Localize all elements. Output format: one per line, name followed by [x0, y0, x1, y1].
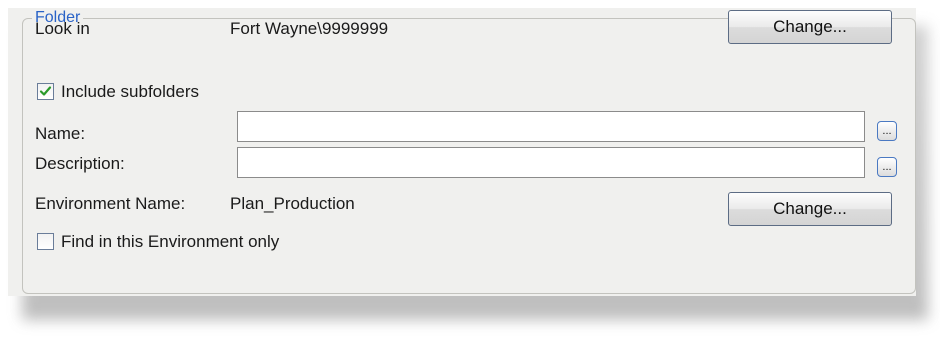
change-environment-button-label: Change...	[773, 199, 847, 218]
include-subfolders-checkbox[interactable]	[37, 83, 54, 100]
look-in-label: Look in	[35, 19, 90, 38]
name-label: Name:	[35, 124, 86, 143]
checkmark-icon	[39, 86, 52, 96]
include-subfolders-label[interactable]: Include subfolders	[61, 82, 199, 102]
change-folder-button-label: Change...	[773, 17, 847, 36]
environment-name-value: Plan_Production	[230, 194, 355, 213]
description-label: Description:	[35, 154, 125, 173]
find-in-environment-checkbox[interactable]	[37, 233, 54, 250]
description-input[interactable]	[237, 147, 865, 178]
description-browse-button[interactable]: ...	[877, 157, 897, 177]
look-in-value: Fort Wayne\9999999	[230, 19, 389, 38]
search-panel: Folder Look in Fort Wayne\9999999 Change…	[8, 8, 916, 296]
find-in-environment-label[interactable]: Find in this Environment only	[61, 232, 279, 252]
change-environment-button[interactable]: Change...	[728, 192, 892, 226]
change-folder-button[interactable]: Change...	[728, 10, 892, 44]
name-browse-button[interactable]: ...	[877, 121, 897, 141]
name-input[interactable]	[237, 111, 865, 142]
environment-name-label: Environment Name:	[35, 194, 186, 213]
